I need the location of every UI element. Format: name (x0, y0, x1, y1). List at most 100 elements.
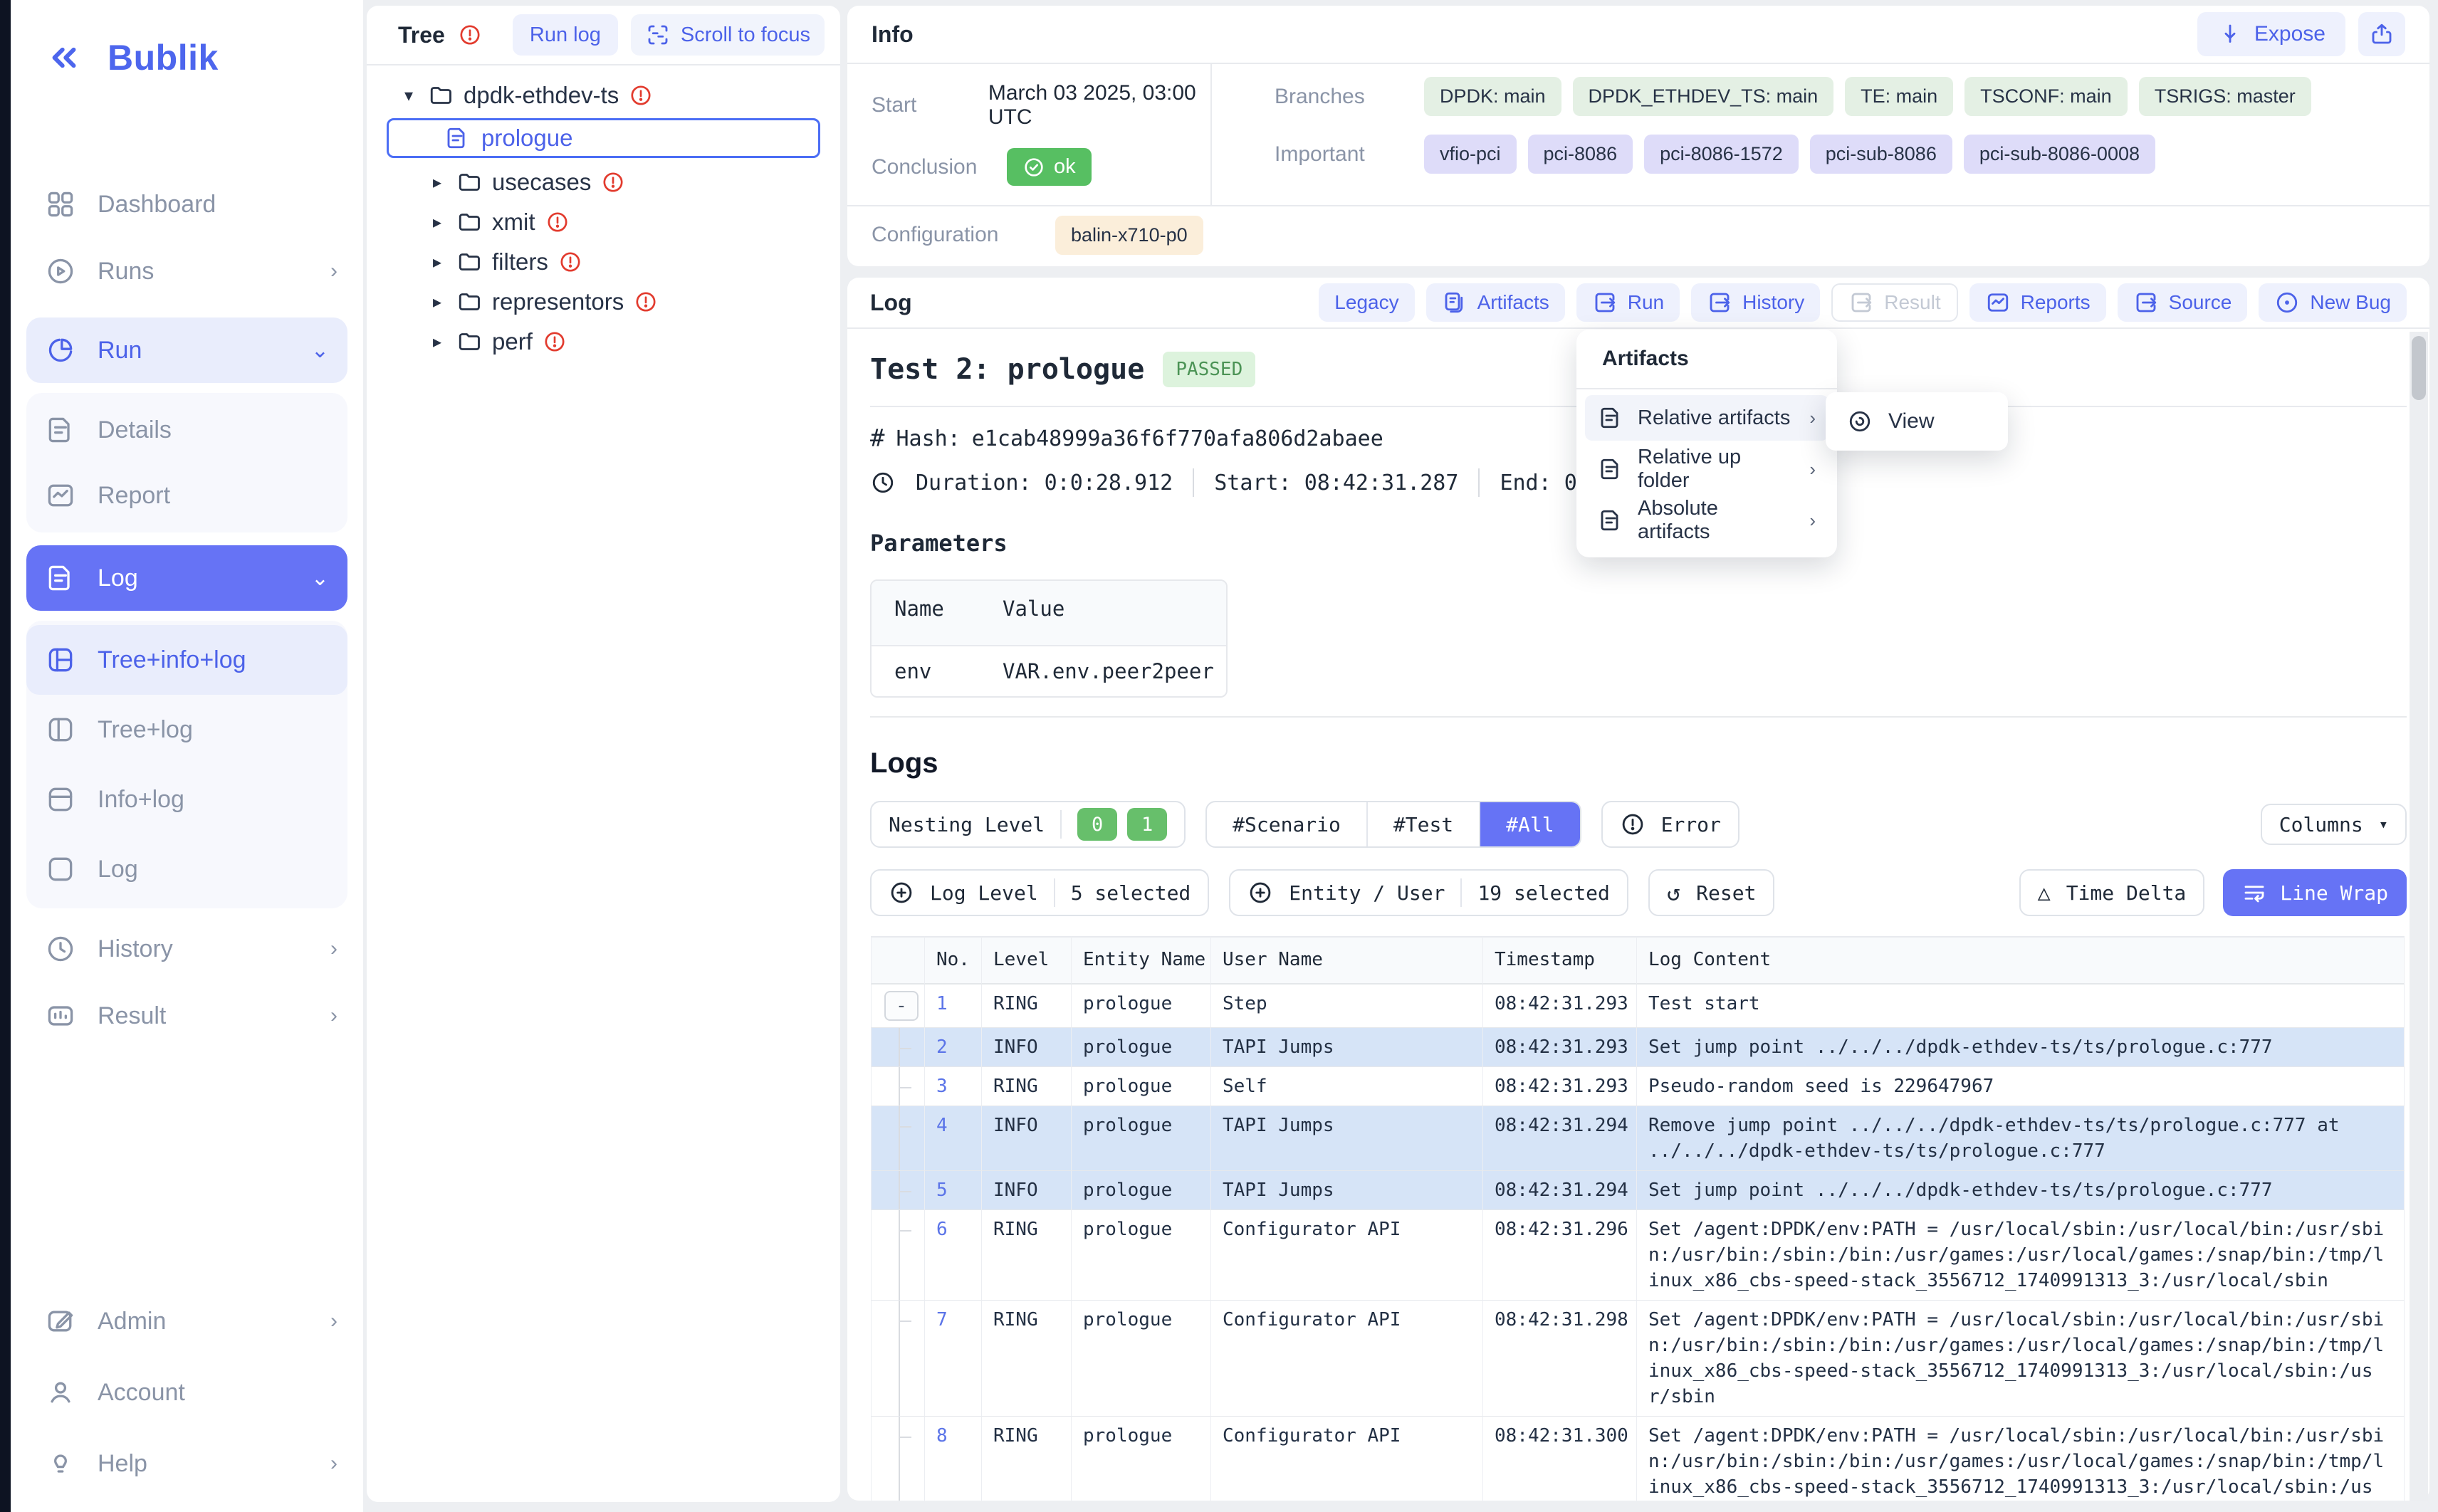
col-level: Level (982, 936, 1072, 985)
scroll-to-focus-button[interactable]: Scroll to focus (631, 14, 825, 56)
sidebar-item-account[interactable]: Account (11, 1357, 363, 1428)
log-level-value: 5 selected (1071, 881, 1191, 905)
logs-section-title: Logs (870, 747, 2407, 779)
sidebar-item-result[interactable]: Result › (11, 982, 363, 1049)
sidebar-item-label: Runs (98, 258, 309, 285)
new-bug-button[interactable]: New Bug (2259, 283, 2407, 322)
delta-triangle-icon: △ (2038, 881, 2051, 905)
caret-right-icon[interactable]: ▸ (428, 212, 446, 233)
view-flyout-item[interactable]: View (1826, 392, 2008, 451)
document-icon (1598, 508, 1623, 533)
alert-icon (601, 170, 625, 194)
tree-node-folder[interactable]: ▸filters (381, 242, 826, 282)
chevron-right-icon: › (1809, 510, 1816, 532)
history-link-button[interactable]: History (1691, 283, 1820, 322)
caret-right-icon[interactable]: ▸ (428, 252, 446, 273)
run-log-button[interactable]: Run log (513, 14, 618, 56)
cell-log-content: Set /agent:DPDK/env:PATH = /usr/local/sb… (1637, 1210, 2405, 1301)
tree-node-selected[interactable]: prologue (387, 118, 820, 158)
segment-test[interactable]: #Test (1368, 802, 1480, 846)
sidebar-item-label: Report (98, 482, 338, 510)
nesting-level-0-button[interactable]: 0 (1077, 808, 1117, 841)
cell-entity-name: prologue (1072, 1106, 1211, 1171)
sidebar-item-report[interactable]: Report (26, 463, 347, 528)
menu-item-absolute-artifacts[interactable]: Absolute artifacts› (1585, 498, 1828, 543)
sidebar-collapse-icon[interactable] (45, 38, 83, 77)
source-button[interactable]: Source (2118, 283, 2248, 322)
reports-label: Reports (2021, 291, 2091, 314)
run-link-button[interactable]: Run (1576, 283, 1680, 322)
tree-node-folder[interactable]: ▸usecases (381, 162, 826, 202)
important-badge: pci-8086 (1528, 135, 1633, 174)
segment-all[interactable]: #All (1480, 802, 1579, 846)
sidebar-item-help[interactable]: Help › (11, 1428, 363, 1499)
vertical-scrollbar[interactable] (2410, 332, 2428, 1501)
sidebar: Bublik Dashboard Runs › Run ⌄ Details Re… (11, 0, 363, 1512)
tree-node-label: dpdk-ethdev-ts (464, 82, 619, 109)
reset-button[interactable]: ↺ Reset (1648, 869, 1775, 916)
sidebar-item-tree-info-log[interactable]: Tree+info+log (26, 625, 347, 695)
artifacts-button[interactable]: Artifacts (1426, 283, 1565, 322)
important-badge: pci-sub-8086 (1810, 135, 1952, 174)
caret-right-icon[interactable]: ▸ (428, 292, 446, 313)
share-button[interactable] (2358, 12, 2405, 56)
caret-down-icon[interactable]: ▾ (399, 85, 418, 106)
cell-user-name: TAPI Jumps (1211, 1171, 1483, 1210)
time-delta-button[interactable]: △ Time Delta (2019, 869, 2205, 916)
log-panel-title: Log (870, 290, 912, 316)
tree-node-folder[interactable]: ▸ perf (381, 322, 826, 362)
param-name: env (894, 659, 1003, 683)
sidebar-item-log-only[interactable]: Log (26, 834, 347, 904)
nesting-level-1-button[interactable]: 1 (1127, 808, 1167, 841)
important-badge: pci-sub-8086-0008 (1964, 135, 2155, 174)
reports-button[interactable]: Reports (1969, 283, 2106, 322)
line-wrap-button[interactable]: Line Wrap (2223, 869, 2407, 916)
sidebar-item-run[interactable]: Run ⌄ (26, 317, 347, 383)
scrollbar-thumb[interactable] (2412, 336, 2426, 400)
entity-user-filter[interactable]: Entity / User 19 selected (1229, 869, 1628, 916)
tree-node-folder[interactable]: ▸ xmit (381, 202, 826, 242)
sidebar-item-history[interactable]: History › (11, 915, 363, 982)
grid-icon (45, 189, 76, 220)
important-badges: vfio-pcipci-8086pci-8086-1572pci-sub-808… (1424, 135, 2167, 174)
menu-item-relative-artifacts[interactable]: Relative artifacts› (1585, 395, 1828, 441)
test-title: Test 2: prologue (870, 353, 1144, 386)
result-link-button[interactable]: Result (1831, 283, 1957, 322)
sidebar-item-label: Run (98, 337, 290, 364)
columns-dropdown[interactable]: Columns ▾ (2261, 804, 2407, 845)
collapse-row-button[interactable]: - (884, 991, 919, 1021)
sidebar-item-label: Help (98, 1450, 309, 1478)
tree-node-label: xmit (492, 209, 535, 236)
menu-item-relative-up-folder[interactable]: Relative up folder› (1585, 446, 1828, 492)
sidebar-item-info-log[interactable]: Info+log (26, 765, 347, 834)
sidebar-item-log[interactable]: Log ⌄ (26, 545, 347, 611)
caret-right-icon[interactable]: ▸ (428, 172, 446, 193)
log-level-filter[interactable]: Log Level 5 selected (870, 869, 1209, 916)
play-circle-icon (45, 256, 76, 287)
sidebar-item-dashboard[interactable]: Dashboard (11, 171, 363, 238)
tree-node-root[interactable]: ▾ dpdk-ethdev-ts (381, 75, 826, 115)
legacy-button[interactable]: Legacy (1319, 283, 1414, 322)
user-icon (45, 1377, 76, 1408)
sidebar-item-details[interactable]: Details (26, 397, 347, 463)
log-table: No. Level Entity Name User Name Timestam… (871, 936, 2405, 1501)
download-icon (2217, 21, 2243, 47)
cell-no: 1 (925, 985, 982, 1028)
segment-scenario[interactable]: #Scenario (1207, 802, 1368, 846)
caret-right-icon[interactable]: ▸ (428, 332, 446, 352)
error-filter-button[interactable]: Error (1601, 801, 1739, 848)
plus-circle-icon (1247, 880, 1273, 905)
log-table-body: -1RINGprologueStep08:42:31.293Test start… (871, 985, 2405, 1501)
tree-node-folder[interactable]: ▸representors (381, 282, 826, 322)
col-content: Log Content (1637, 936, 2405, 985)
expose-button[interactable]: Expose (2197, 12, 2345, 56)
sidebar-item-tree-log[interactable]: Tree+log (26, 695, 347, 765)
plus-circle-icon (889, 880, 914, 905)
table-row: 2INFOprologueTAPI Jumps08:42:31.293Set j… (871, 1028, 2405, 1067)
tree-node-label: perf (492, 328, 533, 355)
sidebar-item-runs[interactable]: Runs › (11, 238, 363, 305)
reset-icon: ↺ (1667, 879, 1680, 906)
conclusion-label: Conclusion (872, 155, 1007, 179)
sidebar-item-admin[interactable]: Admin › (11, 1286, 363, 1357)
info-panel-title: Info (872, 21, 914, 48)
